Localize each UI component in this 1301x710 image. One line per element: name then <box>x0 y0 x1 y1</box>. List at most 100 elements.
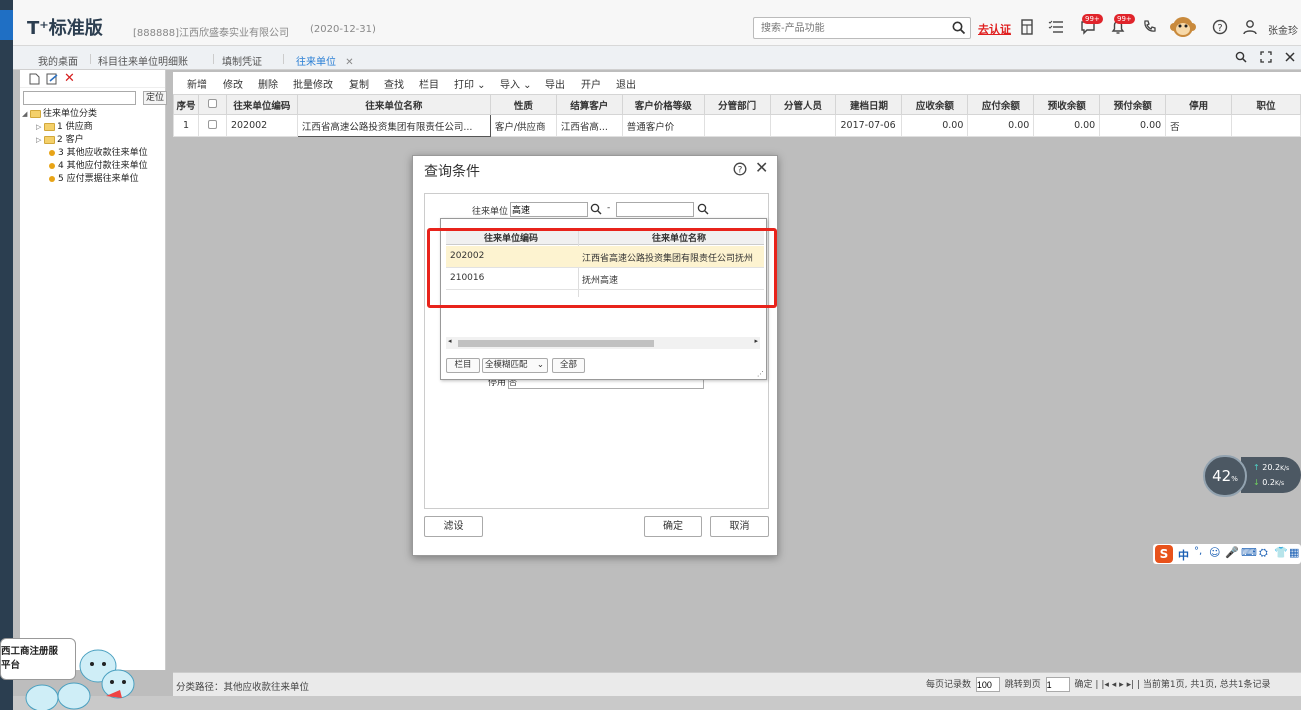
help-icon[interactable]: ? <box>733 162 747 176</box>
skin-icon[interactable]: 👕 <box>1274 546 1288 559</box>
table-row[interactable]: 1 202002 江西省高速公路投资集团有限责任公司... 客户/供应商 江西省… <box>173 114 1301 137</box>
task-list-icon[interactable] <box>1048 19 1064 35</box>
find-button[interactable]: 查找 <box>384 76 404 91</box>
new-doc-icon[interactable] <box>29 73 40 88</box>
print-button[interactable]: 打印 ⌄ <box>454 76 486 91</box>
ime-mode-label[interactable]: 中 <box>1178 547 1189 563</box>
toolbox-icon[interactable]: ⛭ <box>1259 546 1268 560</box>
cancel-button[interactable]: 取消 <box>710 516 769 537</box>
tree-node-supplier[interactable]: ▷ 1 供应商 <box>22 121 148 134</box>
grid-menu-icon[interactable]: ▦ <box>1289 546 1299 559</box>
scroll-right-icon[interactable]: ▸ <box>754 337 758 345</box>
app-logo-tab[interactable] <box>0 10 13 40</box>
horizontal-scrollbar[interactable]: ◂ ▸ <box>446 337 760 349</box>
product-search[interactable] <box>753 17 971 39</box>
close-icon[interactable] <box>1284 51 1298 65</box>
tree-node-other-receivable[interactable]: 3 其他应收款往来单位 <box>22 147 148 160</box>
tab-fill-voucher[interactable]: 填制凭证 <box>222 53 262 68</box>
col-header[interactable]: 职位 <box>1231 94 1301 115</box>
col-header[interactable]: 结算客户 <box>555 94 623 115</box>
lookup-col-name[interactable]: 往来单位名称 <box>652 231 706 244</box>
ime-toolbar[interactable]: S 中 °, ☺ 🎤 ⌨ ⛭ 👕 ▦ <box>1153 544 1301 564</box>
user-icon[interactable] <box>1242 19 1258 35</box>
col-header[interactable]: 应付余额 <box>967 94 1035 115</box>
expand-icon[interactable]: ▷ <box>36 121 44 134</box>
next-page-icon[interactable]: ▸ <box>1119 680 1124 690</box>
match-mode-select[interactable]: 全模糊匹配 ⌄ <box>482 358 548 373</box>
scroll-left-icon[interactable]: ◂ <box>448 337 452 345</box>
tree-search-input[interactable] <box>23 91 136 105</box>
partner-to-input[interactable] <box>616 202 694 217</box>
copy-button[interactable]: 复制 <box>349 76 369 91</box>
calculator-icon[interactable] <box>1020 19 1036 35</box>
delete-button[interactable]: 删除 <box>258 76 278 91</box>
tree-node-notes-payable[interactable]: 5 应付票据往来单位 <box>22 173 148 186</box>
prev-page-icon[interactable]: ◂ <box>1112 680 1117 690</box>
last-page-icon[interactable]: ▸| | <box>1127 680 1140 690</box>
help-icon[interactable]: ? <box>1212 19 1228 35</box>
mascot-ad[interactable]: 西工商注册服 平台 <box>0 636 140 710</box>
collapse-icon[interactable]: ◢ <box>22 108 30 121</box>
modify-button[interactable]: 修改 <box>223 76 243 91</box>
search-icon[interactable] <box>697 203 709 218</box>
voice-icon[interactable]: 🎤 <box>1225 546 1239 559</box>
punctuation-icon[interactable]: °, <box>1194 546 1202 557</box>
col-header[interactable]: 往来单位编码 <box>225 94 298 115</box>
delete-icon[interactable]: ✕ <box>64 71 75 86</box>
network-speed-widget[interactable]: ↑ 20.2K/s ↓ 0.2K/s 42% <box>1203 455 1301 497</box>
import-button[interactable]: 导入 ⌄ <box>500 76 532 91</box>
tab-ledger-detail[interactable]: 科目往来单位明细账 <box>98 53 188 68</box>
lookup-col-code[interactable]: 往来单位编码 <box>484 231 538 244</box>
partner-from-input[interactable] <box>510 202 588 217</box>
col-header[interactable]: 建档日期 <box>835 94 903 115</box>
col-header[interactable]: 序号 <box>173 94 199 115</box>
col-header[interactable]: 分管人员 <box>769 94 837 115</box>
certify-link[interactable]: 去认证 <box>978 21 1011 37</box>
jump-confirm-button[interactable]: 确定 <box>1075 680 1093 690</box>
locate-button[interactable]: 定位 <box>143 91 167 105</box>
keyboard-icon[interactable]: ⌨ <box>1241 546 1257 559</box>
tree-node-customer[interactable]: ▷ 2 客户 <box>22 134 148 147</box>
lookup-columns-button[interactable]: 栏目 <box>446 358 480 373</box>
close-tab-icon[interactable]: ✕ <box>345 57 353 68</box>
exit-button[interactable]: 退出 <box>616 76 636 91</box>
lookup-row[interactable]: 210016 抚州高速 <box>446 268 764 290</box>
edit-doc-icon[interactable] <box>46 73 58 88</box>
fullscreen-icon[interactable] <box>1260 51 1274 65</box>
batch-modify-button[interactable]: 批量修改 <box>293 76 333 91</box>
col-header[interactable]: 预收余额 <box>1033 94 1101 115</box>
tree-node-root[interactable]: ◢ 往来单位分类 <box>22 108 148 121</box>
export-button[interactable]: 导出 <box>545 76 565 91</box>
resize-handle-icon[interactable]: ⋰ <box>757 370 764 378</box>
col-header[interactable]: 客户价格等级 <box>621 94 705 115</box>
tree-node-other-payable[interactable]: 4 其他应付款往来单位 <box>22 160 148 173</box>
per-page-input[interactable] <box>975 677 1000 692</box>
add-button[interactable]: 新增 <box>187 76 207 91</box>
show-all-button[interactable]: 全部 <box>552 358 585 373</box>
row-checkbox[interactable] <box>197 114 227 137</box>
monkey-mascot-icon[interactable] <box>1170 14 1196 40</box>
filter-settings-button[interactable]: 滤设 <box>424 516 483 537</box>
select-all-checkbox[interactable] <box>197 94 227 115</box>
col-header[interactable]: 分管部门 <box>703 94 771 115</box>
ok-button[interactable]: 确定 <box>644 516 702 537</box>
search-icon[interactable] <box>952 21 966 38</box>
tab-desktop[interactable]: 我的桌面 <box>38 53 78 68</box>
open-account-button[interactable]: 开户 <box>581 76 601 91</box>
lookup-row[interactable]: 202002 江西省高速公路投资集团有限责任公司抚州 <box>446 246 764 268</box>
scroll-thumb[interactable] <box>458 340 654 347</box>
close-icon[interactable]: ✕ <box>755 160 768 176</box>
col-header[interactable]: 预付余额 <box>1099 94 1167 115</box>
expand-icon[interactable]: ▷ <box>36 134 44 147</box>
first-page-icon[interactable]: | |◂ <box>1095 680 1108 690</box>
emoji-icon[interactable]: ☺ <box>1209 546 1220 559</box>
col-header[interactable]: 停用 <box>1165 94 1233 115</box>
search-icon[interactable] <box>590 203 602 218</box>
col-header[interactable]: 应收余额 <box>901 94 969 115</box>
col-header[interactable]: 性质 <box>489 94 557 115</box>
search-icon[interactable] <box>1235 51 1249 65</box>
jump-page-input[interactable] <box>1045 677 1070 692</box>
user-name[interactable]: 张金珍 <box>1268 22 1298 37</box>
col-header[interactable]: 往来单位名称 <box>296 94 491 115</box>
cell[interactable]: 江西省高速公路投资集团有限责任公司... <box>296 114 491 137</box>
